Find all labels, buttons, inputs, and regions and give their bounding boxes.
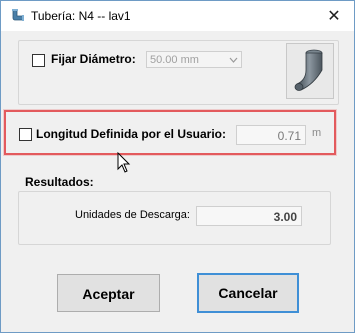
unidades-descarga-value: 3.00 (196, 206, 302, 226)
unidades-descarga-label: Unidades de Descarga: (75, 209, 190, 221)
chevron-down-icon (229, 52, 238, 75)
close-icon: ✕ (327, 8, 341, 25)
longitud-label: Longitud Definida por el Usuario: (36, 127, 226, 141)
diameter-dropdown[interactable]: 50.00 mm (146, 51, 242, 68)
mouse-pointer-icon (117, 151, 131, 179)
diameter-group: Fijar Diámetro: 50.00 mm (18, 40, 339, 105)
title-bar: Tubería: N4 -- lav1 ✕ (1, 1, 354, 31)
fijar-diametro-label: Fijar Diámetro: (51, 52, 136, 66)
dialog-window: Tubería: N4 -- lav1 ✕ Fijar Diámetro: 50… (0, 0, 355, 333)
accept-button[interactable]: Aceptar (57, 274, 160, 312)
window-title: Tubería: N4 -- lav1 (31, 9, 131, 23)
pipe-elbow-icon (287, 49, 333, 102)
diameter-dropdown-value: 50.00 mm (150, 54, 199, 66)
results-group: Unidades de Descarga: 3.00 (18, 191, 331, 245)
longitud-input[interactable]: 0.71 (236, 125, 306, 145)
fijar-diametro-checkbox[interactable] (32, 54, 45, 67)
results-title: Resultados: (25, 175, 94, 189)
close-button[interactable]: ✕ (318, 1, 350, 31)
cancel-button[interactable]: Cancelar (197, 273, 299, 313)
pipe-app-icon (10, 8, 26, 24)
longitud-unit: m (312, 127, 322, 139)
pipe-preview (286, 43, 334, 99)
longitud-checkbox[interactable] (19, 128, 32, 141)
